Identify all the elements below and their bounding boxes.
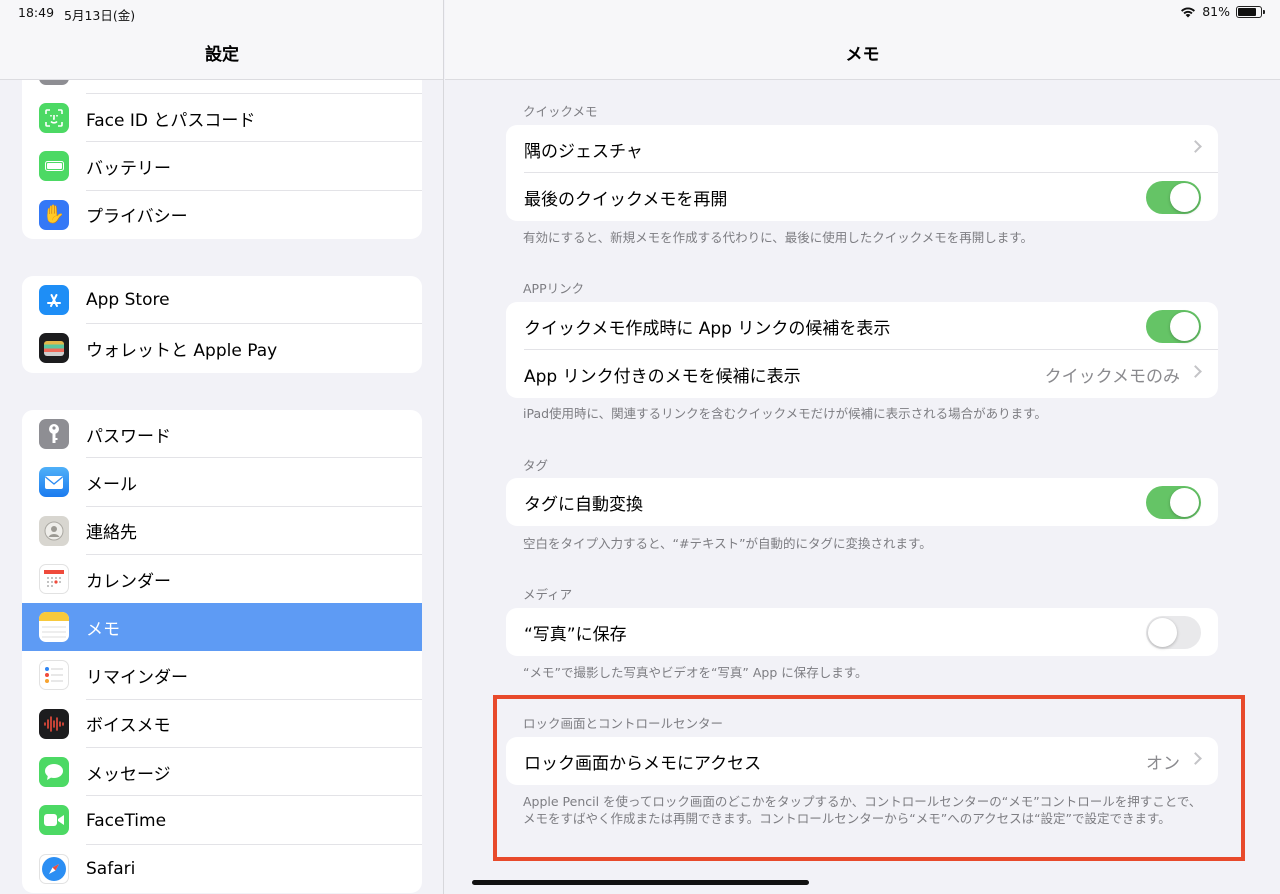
settings-sidebar: 設定 Face ID とパスコード バッテリー ✋ プライバシー App Sto… (0, 0, 444, 894)
contacts-icon (39, 515, 69, 546)
sidebar-item-voice-memos[interactable]: ボイスメモ (22, 700, 422, 749)
resume-quick-note-label: 最後のクイックメモを再開 (524, 189, 728, 210)
tags-card: タグに自動変換 (506, 478, 1218, 526)
key-icon (39, 419, 69, 449)
section-header-quick-note: クイックメモ (523, 104, 598, 119)
app-store-icon (39, 285, 69, 315)
sidebar-item-label: Face ID とパスコード (86, 110, 256, 131)
wifi-icon (1181, 7, 1196, 17)
calendar-icon (39, 563, 69, 594)
section-header-media: メディア (523, 587, 573, 602)
show-linked-notes-row[interactable]: App リンク付きのメモを候補に表示 クイックメモのみ (506, 350, 1218, 398)
sidebar-item-label: バッテリー (86, 158, 171, 179)
voice-memo-icon (39, 708, 69, 739)
sidebar-group-apps: パスワード メール 連絡先 カレンダー メモ リマインダー ボイスメモ メッセー… (22, 410, 422, 893)
sidebar-item-face-id[interactable]: Face ID とパスコード (22, 94, 422, 143)
corner-gesture-row[interactable]: 隅のジェスチャ (506, 125, 1218, 173)
safari-icon (39, 853, 69, 884)
chevron-right-icon (1189, 365, 1202, 378)
sidebar-item-safari[interactable]: Safari (22, 845, 422, 893)
quick-note-footer: 有効にすると、新規メモを作成する代わりに、最後に使用したクイックメモを再開します… (523, 230, 1034, 245)
sidebar-item-privacy[interactable]: ✋ プライバシー (22, 191, 422, 239)
sidebar-item-battery[interactable]: バッテリー (22, 142, 422, 191)
sidebar-item-messages[interactable]: メッセージ (22, 748, 422, 797)
sidebar-item-label: メール (86, 474, 137, 495)
sidebar-item-notes[interactable]: メモ (22, 603, 422, 652)
battery-icon (39, 151, 69, 182)
tags-footer: 空白をタイプ入力すると、“#テキスト”が自動的にタグに変換されます。 (523, 536, 932, 551)
facetime-icon (39, 805, 69, 836)
sidebar-item-wallet[interactable]: ウォレットと Apple Pay (22, 324, 422, 372)
sidebar-item-label: 連絡先 (86, 523, 137, 544)
battery-level (1238, 7, 1256, 16)
highlight-annotation-box (493, 695, 1245, 861)
sidebar-item-label: App Store (86, 290, 170, 311)
sidebar-item-label: ウォレットと Apple Pay (86, 340, 278, 361)
suggest-app-links-toggle[interactable] (1146, 310, 1201, 343)
notes-icon (39, 612, 69, 643)
battery-icon (1236, 5, 1265, 18)
sidebar-item-facetime[interactable]: FaceTime (22, 796, 422, 845)
battery-percent: 81% (1202, 4, 1230, 19)
wallet-icon (39, 333, 69, 364)
page-title: メモ (845, 45, 880, 65)
save-to-photos-row: “写真”に保存 (506, 608, 1218, 656)
sidebar-item-reminders[interactable]: リマインダー (22, 651, 422, 700)
sidebar-item-label: Safari (86, 858, 136, 879)
sidebar-item-app-store[interactable]: App Store (22, 276, 422, 325)
sidebar-item-label: パスワード (86, 426, 171, 447)
sidebar-item-label: メッセージ (86, 764, 171, 785)
messages-icon (39, 757, 69, 788)
face-id-icon (39, 103, 69, 133)
home-indicator[interactable] (472, 880, 809, 885)
chevron-right-icon (1189, 140, 1202, 153)
show-linked-notes-label: App リンク付きのメモを候補に表示 (524, 366, 801, 387)
save-to-photos-toggle[interactable] (1146, 616, 1201, 649)
corner-gesture-label: 隅のジェスチャ (524, 141, 643, 162)
sidebar-item-label: リマインダー (86, 668, 188, 689)
status-right: 81% (1180, 4, 1265, 19)
sidebar-item-label: メモ (86, 619, 120, 640)
status-bar: 18:49 5月13日(金) 81% (0, 0, 1280, 26)
suggest-app-links-label: クイックメモ作成時に App リンクの候補を表示 (524, 318, 891, 339)
status-time: 18:49 (18, 5, 55, 20)
auto-tag-label: タグに自動変換 (524, 494, 643, 515)
sidebar-item-label: カレンダー (86, 571, 171, 592)
sidebar-item-label: FaceTime (86, 810, 167, 831)
sidebar-item-calendar[interactable]: カレンダー (22, 555, 422, 603)
media-footer: “メモ”で撮影した写真やビデオを“写真” App に保存します。 (523, 665, 868, 680)
sidebar-item-mail[interactable]: メール (22, 458, 422, 507)
suggest-app-links-row: クイックメモ作成時に App リンクの候補を表示 (506, 302, 1218, 350)
sidebar-group-store: App Store ウォレットと Apple Pay (22, 276, 422, 373)
auto-tag-row: タグに自動変換 (506, 478, 1218, 526)
auto-tag-toggle[interactable] (1146, 486, 1201, 519)
save-to-photos-label: “写真”に保存 (524, 624, 627, 645)
hand-icon: ✋ (39, 199, 69, 230)
app-links-footer: iPad使用時に、関連するリンクを含むクイックメモだけが候補に表示される場合があ… (523, 406, 1047, 421)
section-header-tags: タグ (523, 458, 549, 473)
status-date: 5月13日(金) (64, 8, 136, 23)
media-card: “写真”に保存 (506, 608, 1218, 656)
sidebar-item-passwords[interactable]: パスワード (22, 410, 422, 459)
reminders-icon (39, 660, 69, 691)
resume-quick-note-row: 最後のクイックメモを再開 (506, 173, 1218, 221)
resume-quick-note-toggle[interactable] (1146, 181, 1201, 214)
app-links-card: クイックメモ作成時に App リンクの候補を表示 App リンク付きのメモを候補… (506, 302, 1218, 398)
sidebar-item-label: プライバシー (86, 207, 188, 228)
sidebar-title: 設定 (205, 45, 239, 65)
section-header-app-links: APPリンク (523, 281, 585, 296)
mail-icon (39, 467, 69, 498)
show-linked-notes-value: クイックメモのみ (1044, 366, 1180, 387)
quick-note-card: 隅のジェスチャ 最後のクイックメモを再開 (506, 125, 1218, 221)
sidebar-item-contacts[interactable]: 連絡先 (22, 507, 422, 555)
sidebar-item-label: ボイスメモ (86, 716, 171, 737)
